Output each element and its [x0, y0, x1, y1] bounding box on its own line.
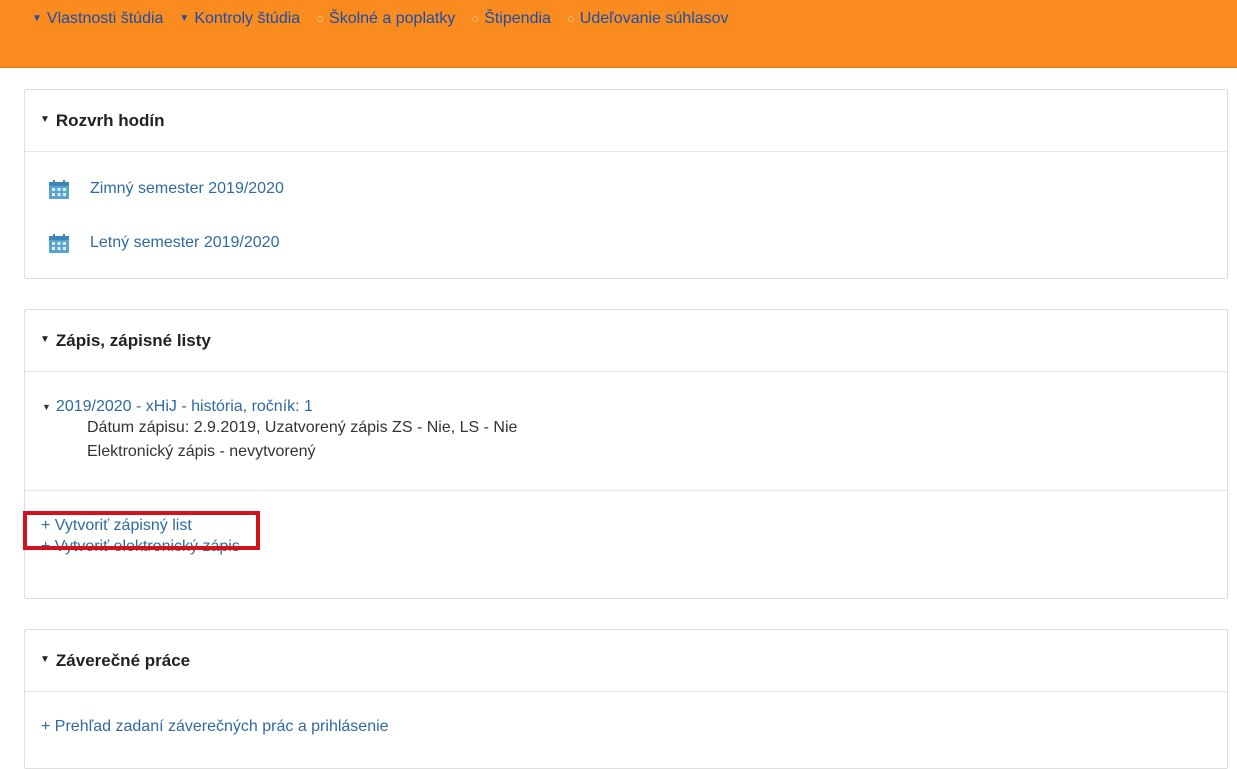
semester-item-summer[interactable]: Letný semester 2019/2020 [25, 216, 1227, 270]
nav-item-skolne-a-poplatky[interactable]: ○ Školné a poplatky [316, 10, 455, 67]
nav-item-label: Udeľovanie súhlasov [579, 10, 729, 27]
panel-title: Záverečné práce [55, 650, 191, 670]
circle-icon: ○ [566, 11, 575, 26]
electronic-enrollment-status: Elektronický zápis - nevytvorený [87, 443, 316, 460]
enrollment-panel-header[interactable]: ▼ Zápis, zápisné listy [25, 310, 1227, 372]
enrollment-panel: ▼ Zápis, zápisné listy ▼ 2019/2020 - xHi… [24, 309, 1228, 599]
semester-item-winter[interactable]: Zimný semester 2019/2020 [25, 162, 1227, 216]
enrollment-item-link[interactable]: 2019/2020 - xHiJ - história, ročník: 1 [56, 398, 313, 416]
caret-down-icon: ▼ [40, 114, 50, 125]
nav-item-label: Štipendia [484, 10, 551, 27]
calendar-icon [49, 179, 69, 199]
nav-item-stipendia[interactable]: ○ Štipendia [471, 10, 551, 67]
nav-item-kontroly-studia[interactable]: ▼ Kontroly štúdia [179, 10, 300, 67]
highlight-box [23, 511, 260, 550]
caret-down-icon: ▼ [40, 654, 50, 665]
nav-item-label: Vlastnosti štúdia [46, 10, 164, 27]
schedule-panel-header[interactable]: ▼ Rozvrh hodín [25, 90, 1227, 152]
circle-icon: ○ [316, 11, 325, 26]
caret-down-icon: ▼ [179, 13, 190, 24]
semester-link-summer[interactable]: Letný semester 2019/2020 [90, 234, 279, 252]
nav-item-vlastnosti-studia[interactable]: ▼ Vlastnosti štúdia [32, 10, 163, 67]
calendar-icon [49, 233, 69, 253]
enrollment-item: ▼ 2019/2020 - xHiJ - história, ročník: 1… [25, 372, 1227, 464]
caret-down-icon: ▼ [32, 13, 42, 24]
nav-item-udelovanie-suhlasov[interactable]: ○ Udeľovanie súhlasov [567, 10, 729, 67]
thesis-panel: ▼ Záverečné práce + Prehľad zadaní záver… [24, 629, 1228, 769]
circle-icon: ○ [471, 11, 480, 26]
schedule-panel: ▼ Rozvrh hodín Zimný semester 2019/2020 … [24, 89, 1228, 279]
panel-title: Zápis, zápisné listy [55, 330, 211, 350]
nav-item-label: Školné a poplatky [329, 10, 456, 27]
top-navigation: ▼ Vlastnosti štúdia ▼ Kontroly štúdia ○ … [0, 0, 1237, 68]
enrollment-date-detail: Dátum zápisu: 2.9.2019, Uzatvorený zápis… [87, 419, 518, 436]
caret-down-icon[interactable]: ▼ [42, 402, 51, 412]
caret-down-icon: ▼ [40, 334, 50, 345]
semester-link-winter[interactable]: Zimný semester 2019/2020 [90, 180, 284, 198]
panel-title: Rozvrh hodín [55, 110, 165, 130]
thesis-overview-link[interactable]: + Prehľad zadaní záverečných prác a prih… [41, 718, 389, 735]
nav-item-label: Kontroly štúdia [194, 10, 301, 27]
thesis-panel-header[interactable]: ▼ Záverečné práce [25, 630, 1227, 692]
